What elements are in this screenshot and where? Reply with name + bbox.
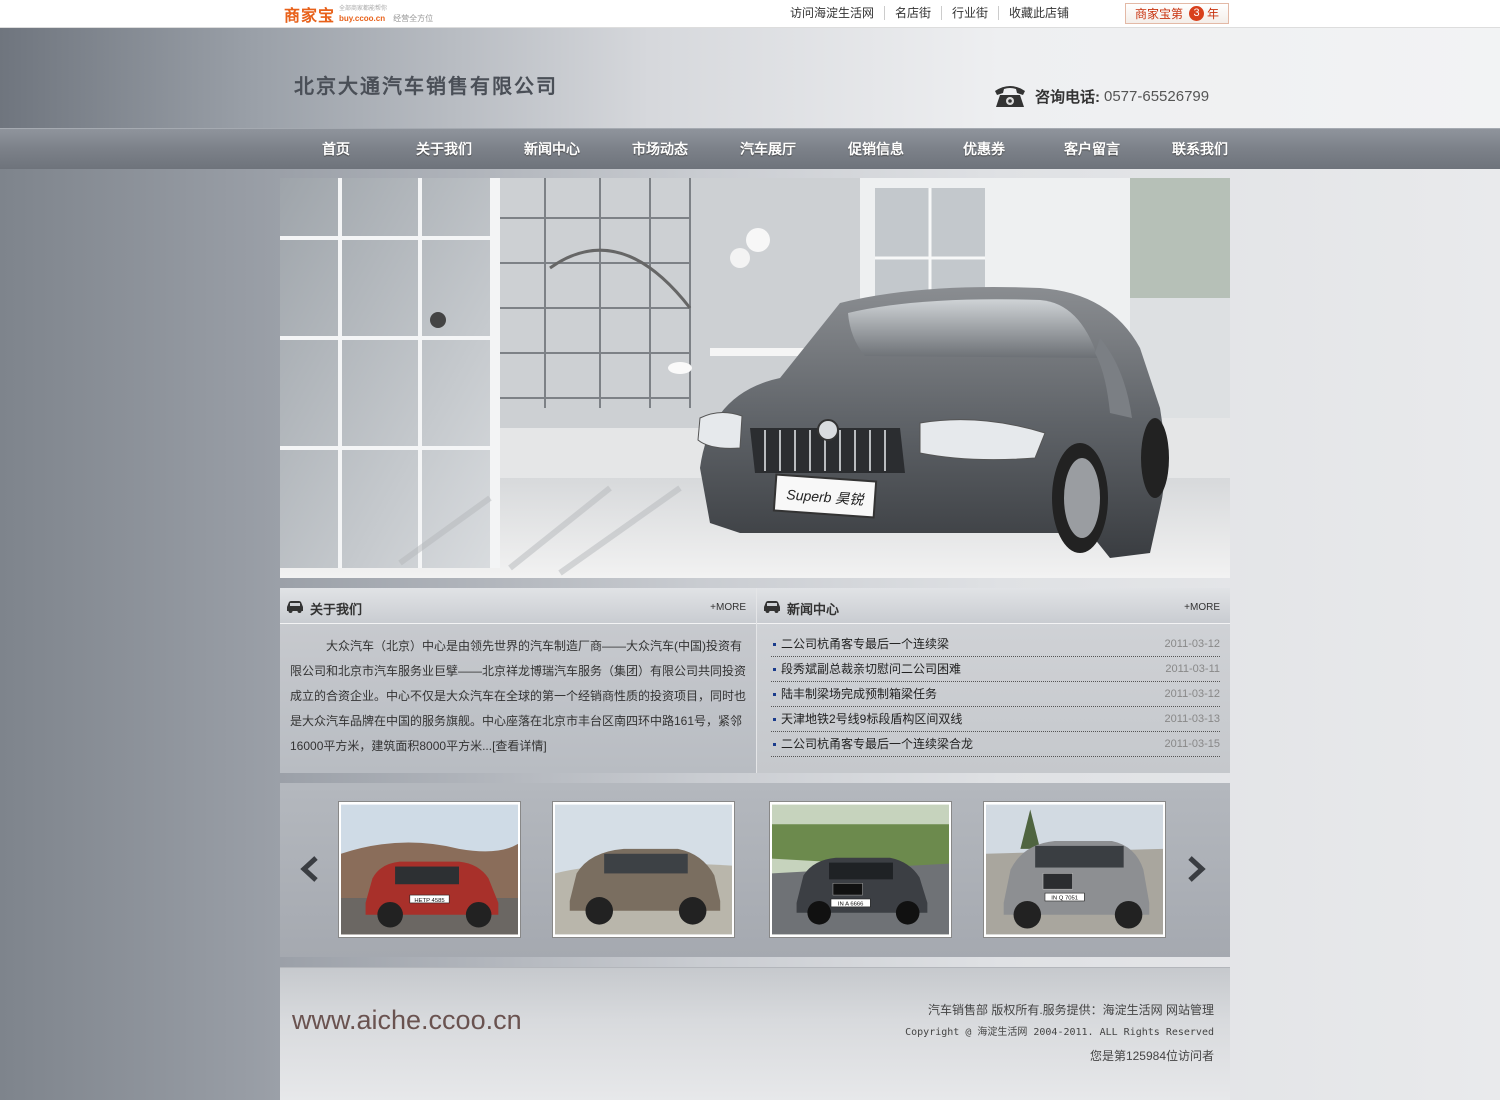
nav-item-coupons[interactable]: 优惠券 [930,139,1038,159]
car-photo [555,804,732,935]
chevron-right-icon[interactable] [1184,855,1208,883]
top-link-industry[interactable]: 行业街 [941,6,998,20]
footer-site-url: www.aiche.ccoo.cn [292,1005,522,1035]
news-item-link[interactable]: 天津地铁2号线9标段盾构区间双线 [781,712,962,726]
top-bar: 商家宝 全部商家都能帮你 buy.ccoo.cn 经营全方位 访问海淀生活网 名店… [0,0,1500,28]
top-link-bookmark-store[interactable]: 收藏此店铺 [998,6,1079,20]
news-item-date: 2011-03-12 [1164,638,1220,650]
about-text: 大众汽车（北京）中心是由领先世界的汽车制造厂商——大众汽车(中国)投资有限公司和… [290,639,747,753]
top-link-visit-site[interactable]: 访问海淀生活网 [780,6,884,20]
gallery-thumb-1[interactable]: HETP 4585 [338,801,521,938]
top-link-famous-stores[interactable]: 名店街 [884,6,941,20]
footer-info: 汽车销售部 版权所有.服务提供：海淀生活网 网站管理 Copyright @ 海… [905,1001,1214,1070]
news-item: 陆丰制梁场完成预制箱梁任务 2011-03-12 [771,682,1220,707]
logo-subtext: 全部商家都能帮你 buy.ccoo.cn 经营全方位 [339,5,433,23]
news-item-date: 2011-03-15 [1164,738,1220,750]
news-list: 二公司杭甬客专最后一个连续梁 2011-03-12 段秀斌副总裁亲切慰问二公司困难… [757,624,1230,757]
news-item-link[interactable]: 二公司杭甬客专最后一个连续梁合龙 [781,737,973,751]
nav-item-market[interactable]: 市场动态 [606,139,714,159]
phone-number: 0577-65526799 [1104,87,1210,105]
news-item-link[interactable]: 二公司杭甬客专最后一个连续梁 [781,637,949,651]
news-panel: 新闻中心 +MORE 二公司杭甬客专最后一个连续梁 2011-03-12 段秀斌副… [756,588,1230,773]
car-photo: IN Q 7051 [986,804,1163,935]
news-item-date: 2011-03-13 [1164,713,1220,725]
news-panel-header: 新闻中心 +MORE [757,588,1230,624]
company-name: 北京大通汽车销售有限公司 [294,76,558,98]
years-suffix: 年 [1207,7,1220,21]
years-prefix: 商家宝第 [1134,7,1183,21]
hero-banner: Superb 昊锐 [280,178,1230,578]
car-gallery: HETP 4585 IN A 6666 IN Q 7051 [280,783,1230,957]
news-item: 二公司杭甬客专最后一个连续梁合龙 2011-03-15 [771,732,1220,757]
footer: www.aiche.ccoo.cn 汽车销售部 版权所有.服务提供：海淀生活网 … [280,967,1230,1100]
nav-items: 首页 关于我们 新闻中心 市场动态 汽车展厅 促销信息 优惠券 客户留言 联系我… [282,129,1254,169]
car-icon [287,601,303,613]
gallery-thumb-3[interactable]: IN A 6666 [769,801,952,938]
site-logo[interactable]: 商家宝 全部商家都能帮你 buy.ccoo.cn 经营全方位 [284,3,433,25]
nav-item-promotions[interactable]: 促销信息 [822,139,930,159]
car-photo: IN A 6666 [772,804,949,935]
telephone-icon [995,86,1025,107]
nav-item-about[interactable]: 关于我们 [390,139,498,159]
chevron-left-icon[interactable] [298,855,322,883]
news-item-date: 2011-03-12 [1164,688,1220,700]
logo-domain: buy.ccoo.cn 经营全方位 [339,14,433,23]
gallery-thumb-4[interactable]: IN Q 7051 [983,801,1166,938]
years-number: 3 [1189,6,1204,21]
header: 北京大通汽车销售有限公司 咨询电话: 0577-65526799 [0,28,1500,128]
phone-label: 咨询电话: [1035,88,1100,106]
car-photo: HETP 4585 [341,804,518,935]
logo-domain-text: buy.ccoo.cn [339,14,386,23]
top-links: 访问海淀生活网 名店街 行业街 收藏此店铺 [780,0,1079,26]
nav-item-showroom[interactable]: 汽车展厅 [714,139,822,159]
main-nav: 首页 关于我们 新闻中心 市场动态 汽车展厅 促销信息 优惠券 客户留言 联系我… [0,128,1500,169]
news-item-link[interactable]: 段秀斌副总裁亲切慰问二公司困难 [781,662,961,676]
about-more-link[interactable]: +MORE [710,602,746,613]
car-plate: IN A 6666 [838,901,864,907]
car-plate: IN Q 7051 [1051,895,1078,901]
footer-copyright-line: 汽车销售部 版权所有.服务提供：海淀生活网 网站管理 [927,1003,1214,1017]
gallery-thumb-2[interactable] [552,801,735,938]
about-title: 关于我们 [310,602,363,617]
nav-item-news[interactable]: 新闻中心 [498,139,606,159]
logo-text: 商家宝 [284,6,336,25]
news-item-date: 2011-03-11 [1165,663,1220,675]
news-item: 天津地铁2号线9标段盾构区间双线 2011-03-13 [771,707,1220,732]
footer-visitor-count: 您是第125984位访问者 [1089,1049,1214,1063]
car-icon [764,601,780,613]
nav-item-contact[interactable]: 联系我们 [1146,139,1254,159]
news-more-link[interactable]: +MORE [1184,602,1220,613]
nav-item-messages[interactable]: 客户留言 [1038,139,1146,159]
about-panel: 关于我们 +MORE 大众汽车（北京）中心是由领先世界的汽车制造厂商——大众汽车… [280,588,756,773]
news-title: 新闻中心 [787,602,840,617]
footer-copyright-en: Copyright @ 海淀生活网 2004-2011. ALL Rights … [905,1027,1214,1038]
news-item: 段秀斌副总裁亲切慰问二公司困难 2011-03-11 [771,657,1220,682]
news-item-link[interactable]: 陆丰制梁场完成预制箱梁任务 [781,687,937,701]
logo-note: 经营全方位 [393,14,434,23]
banner-car-image: Superb 昊锐 [280,178,1230,578]
car-plate: HETP 4585 [414,898,445,904]
logo-tagline: 全部商家都能帮你 [339,6,388,12]
about-panel-header: 关于我们 +MORE [280,588,756,624]
nav-item-home[interactable]: 首页 [282,139,390,159]
news-item: 二公司杭甬客专最后一个连续梁 2011-03-12 [771,632,1220,657]
phone-contact: 咨询电话: 0577-65526799 [993,83,1209,109]
years-badge[interactable]: 商家宝第 3 年 [1125,3,1229,24]
